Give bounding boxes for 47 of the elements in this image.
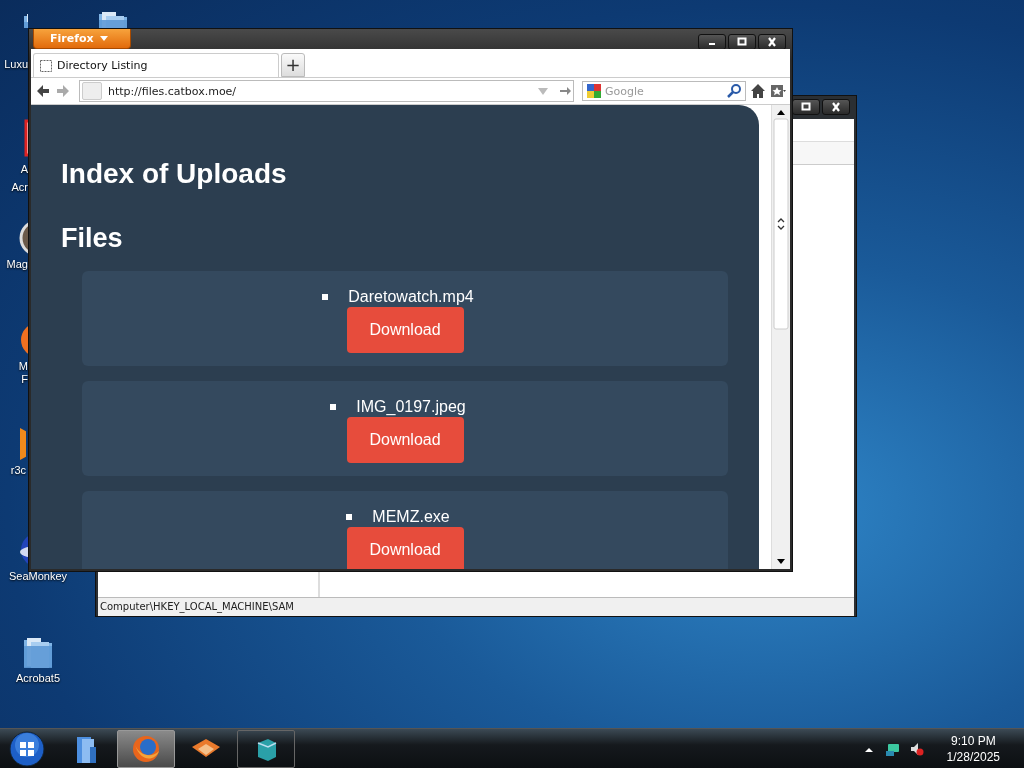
browser-tab[interactable]: Directory Listing [33, 53, 279, 77]
icon-label[interactable]: Acr [0, 181, 28, 194]
page-heading: Index of Uploads [61, 157, 288, 191]
close-icon [830, 102, 842, 112]
icon-label[interactable]: M [0, 360, 28, 373]
icon-label[interactable]: Luxu [0, 58, 28, 71]
bullet-icon [330, 404, 337, 410]
file-name: IMG_0197.jpeg [356, 398, 466, 416]
speaker-icon[interactable] [908, 741, 925, 757]
start-button[interactable] [9, 731, 45, 767]
icon-label[interactable]: SeaMonkey [8, 570, 68, 583]
back-icon[interactable] [35, 83, 51, 99]
maximize-icon [736, 37, 748, 47]
download-button[interactable]: Download [346, 417, 464, 463]
search-icon[interactable] [726, 83, 742, 99]
clock-time[interactable]: 9:10 PM [950, 733, 996, 749]
close-button[interactable] [758, 34, 786, 50]
file-name: MEMZ.exe [372, 508, 450, 526]
address-field[interactable]: http://files.catbox.moe/ [79, 80, 574, 102]
maximize-button[interactable] [728, 34, 756, 50]
page-icon [40, 59, 52, 72]
close-icon [766, 37, 778, 47]
section-heading: Files [61, 222, 124, 255]
caret-icon [99, 36, 108, 41]
bookmarks-icon[interactable] [770, 83, 786, 99]
bullet-icon [322, 294, 329, 300]
icon-label[interactable]: A [0, 163, 28, 176]
download-button[interactable]: Download [346, 307, 464, 353]
maximize-button[interactable] [792, 99, 820, 115]
maximize-icon [800, 102, 812, 112]
taskbar-button[interactable] [237, 730, 295, 768]
close-button[interactable] [822, 99, 850, 115]
minimize-button[interactable] [698, 34, 726, 50]
file-name: Daretowatch.mp4 [348, 288, 474, 306]
new-tab-button[interactable]: + [281, 53, 305, 77]
icon-label[interactable]: Mag [0, 258, 28, 271]
search-engine-icon[interactable] [586, 83, 602, 99]
bullet-icon [346, 514, 353, 520]
status-bar: Computer\HKEY_LOCAL_MACHINE\SAM [98, 597, 854, 616]
home-icon[interactable] [750, 83, 766, 99]
globe-icon [130, 733, 162, 765]
icon-label[interactable]: F [0, 373, 28, 386]
icon-label[interactable]: Acrobat5 [16, 672, 60, 685]
icon-label[interactable]: r3c [0, 464, 26, 477]
network-icon[interactable] [884, 741, 901, 757]
download-button[interactable]: Download [346, 527, 464, 569]
clock-date[interactable]: 1/28/2025 [946, 749, 1000, 765]
